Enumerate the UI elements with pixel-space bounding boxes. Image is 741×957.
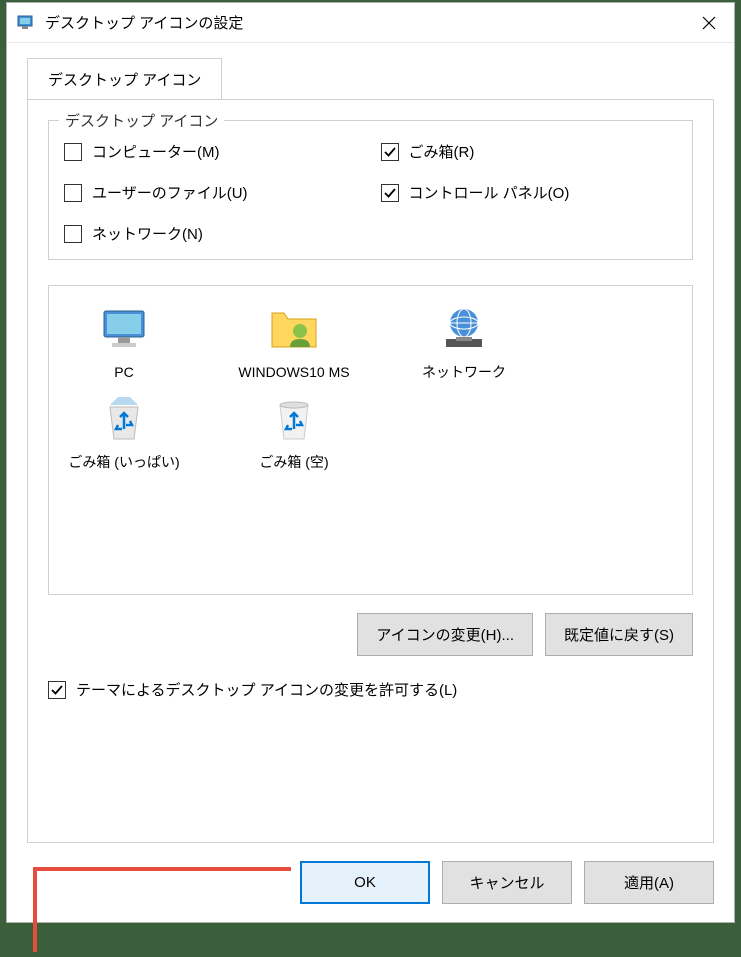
theme-allow-checkbox[interactable]: テーマによるデスクトップ アイコンの変更を許可する(L) — [48, 679, 693, 700]
desktop-icons-fieldset: デスクトップ アイコン コンピューター(M) ごみ箱(R) ユーザ — [48, 120, 693, 260]
icon-preview-panel: PC WINDOWS10 MS ネットワーク ごみ箱 (いっぱい) — [48, 285, 693, 595]
checkbox-network[interactable]: ネットワーク(N) — [64, 223, 361, 244]
icon-label: ネットワーク — [422, 363, 506, 381]
titlebar: デスクトップ アイコンの設定 — [7, 3, 734, 43]
icon-label: PC — [114, 363, 133, 381]
pc-icon — [96, 301, 152, 357]
icon-label: ごみ箱 (いっぱい) — [68, 453, 179, 471]
content-area: デスクトップ アイコン デスクトップ アイコン コンピューター(M) ごみ箱(R… — [7, 43, 734, 843]
app-icon — [17, 13, 37, 33]
checkbox-box[interactable] — [64, 143, 82, 161]
checkbox-computer[interactable]: コンピューター(M) — [64, 141, 361, 162]
restore-default-button[interactable]: 既定値に戻す(S) — [545, 613, 693, 656]
checkbox-box[interactable] — [64, 225, 82, 243]
tab-desktop-icons[interactable]: デスクトップ アイコン — [27, 58, 222, 100]
checkmark-icon — [384, 146, 396, 158]
user-folder-icon — [266, 301, 322, 357]
apply-button[interactable]: 適用(A) — [584, 861, 714, 904]
close-icon — [702, 16, 716, 30]
preview-network[interactable]: ネットワーク — [399, 301, 529, 381]
checkbox-box[interactable] — [381, 143, 399, 161]
checkbox-box[interactable] — [381, 184, 399, 202]
checkbox-box[interactable] — [48, 681, 66, 699]
ok-button[interactable]: OK — [300, 861, 430, 904]
change-icon-button[interactable]: アイコンの変更(H)... — [357, 613, 533, 656]
checkbox-label: ユーザーのファイル(U) — [92, 182, 248, 203]
preview-recycle-full[interactable]: ごみ箱 (いっぱい) — [59, 391, 189, 471]
preview-recycle-empty[interactable]: ごみ箱 (空) — [229, 391, 359, 471]
checkbox-label: コンピューター(M) — [92, 141, 220, 162]
preview-user[interactable]: WINDOWS10 MS — [229, 301, 359, 381]
checkbox-user-files[interactable]: ユーザーのファイル(U) — [64, 182, 361, 203]
dialog-window: デスクトップ アイコンの設定 デスクトップ アイコン デスクトップ アイコン コ… — [6, 2, 735, 923]
icon-label: WINDOWS10 MS — [238, 363, 349, 381]
close-button[interactable] — [684, 3, 734, 43]
checkbox-label: ごみ箱(R) — [409, 141, 475, 162]
checkbox-label: コントロール パネル(O) — [409, 182, 570, 203]
fieldset-legend: デスクトップ アイコン — [59, 110, 224, 131]
checkbox-control-panel[interactable]: コントロール パネル(O) — [381, 182, 678, 203]
checkbox-box[interactable] — [64, 184, 82, 202]
tab-header: デスクトップ アイコン — [27, 58, 714, 100]
checkmark-icon — [384, 187, 396, 199]
checkbox-label: テーマによるデスクトップ アイコンの変更を許可する(L) — [76, 679, 457, 700]
preview-pc[interactable]: PC — [59, 301, 189, 381]
dialog-buttons: OK キャンセル 適用(A) — [7, 843, 734, 922]
checkbox-recycle-bin[interactable]: ごみ箱(R) — [381, 141, 678, 162]
checkmark-icon — [51, 684, 63, 696]
cancel-button[interactable]: キャンセル — [442, 861, 572, 904]
network-icon — [436, 301, 492, 357]
checkbox-grid: コンピューター(M) ごみ箱(R) ユーザーのファイル(U) — [64, 141, 677, 244]
icon-grid: PC WINDOWS10 MS ネットワーク ごみ箱 (いっぱい) — [59, 301, 682, 471]
recycle-full-icon — [96, 391, 152, 447]
tab-body: デスクトップ アイコン コンピューター(M) ごみ箱(R) ユーザ — [27, 99, 714, 843]
recycle-empty-icon — [266, 391, 322, 447]
icon-label: ごみ箱 (空) — [259, 453, 328, 471]
checkbox-label: ネットワーク(N) — [92, 223, 203, 244]
icon-buttons-row: アイコンの変更(H)... 既定値に戻す(S) — [48, 613, 693, 656]
titlebar-text: デスクトップ アイコンの設定 — [45, 12, 684, 33]
